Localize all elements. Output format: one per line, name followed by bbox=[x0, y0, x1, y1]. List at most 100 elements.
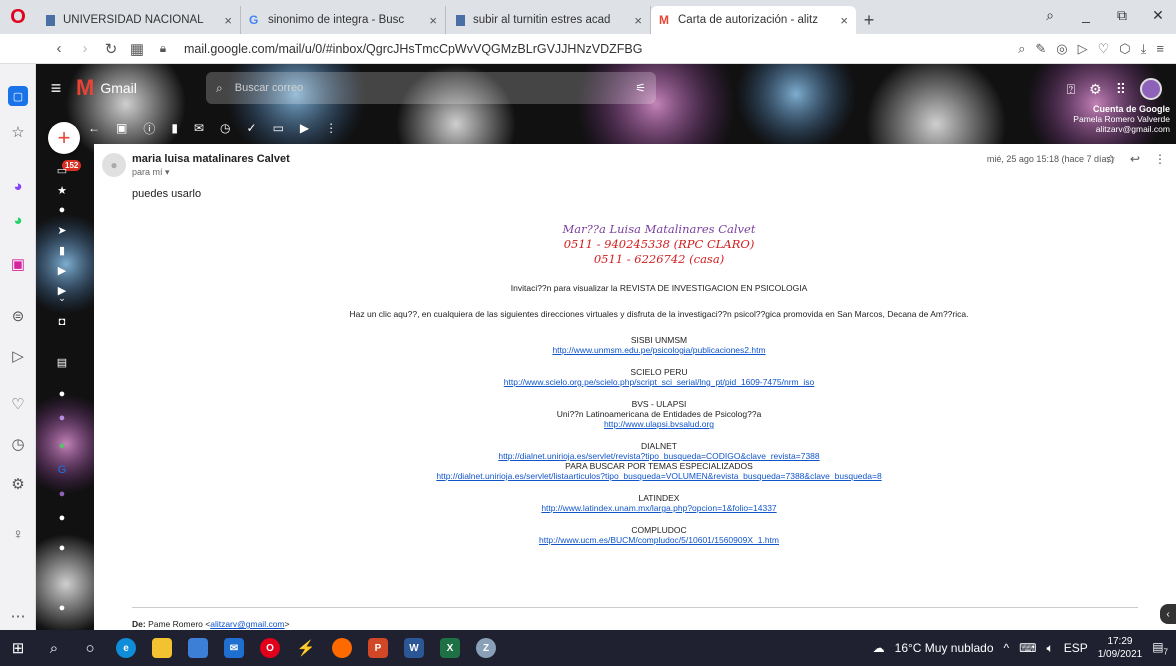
heart-icon[interactable]: ♡ bbox=[8, 394, 28, 414]
file-explorer-icon[interactable] bbox=[144, 630, 180, 666]
chat-avatar[interactable]: ● bbox=[54, 540, 70, 556]
snap-icon[interactable]: ⧉ bbox=[1104, 7, 1140, 24]
workspace-icon[interactable]: ▢ bbox=[8, 86, 28, 106]
snapshot-icon[interactable]: ◎ bbox=[1056, 41, 1067, 57]
search-options-icon[interactable]: ⚟ bbox=[635, 81, 646, 95]
search-input[interactable]: Buscar correo bbox=[235, 82, 303, 94]
sisbi-link[interactable]: http://www.unmsm.edu.pe/psicologia/publi… bbox=[552, 345, 765, 355]
chat-avatar[interactable]: ● bbox=[54, 510, 70, 526]
keyboard-icon[interactable]: ▤ bbox=[54, 354, 70, 370]
lightning-app-icon[interactable]: ⚡ bbox=[288, 630, 324, 666]
tab-0[interactable]: UNIVERSIDAD NACIONAL × bbox=[36, 6, 241, 34]
snoozed-icon[interactable]: ● bbox=[54, 202, 70, 218]
language-indicator[interactable]: ESP bbox=[1064, 641, 1088, 655]
apps-grid-icon[interactable]: ⠿ bbox=[1116, 81, 1126, 98]
star-icon[interactable]: ☆ bbox=[8, 122, 28, 142]
labels-icon[interactable]: ▶ bbox=[54, 262, 70, 278]
close-icon[interactable]: × bbox=[634, 13, 642, 28]
compose-button[interactable]: + bbox=[48, 122, 80, 154]
flow-icon[interactable]: ▷ bbox=[1078, 41, 1088, 57]
chat-avatar[interactable]: ● bbox=[54, 386, 70, 402]
chat-avatar[interactable]: ● bbox=[54, 600, 70, 616]
new-tab-button[interactable]: + bbox=[856, 6, 882, 34]
search-icon[interactable]: ⌕ bbox=[1018, 41, 1025, 57]
drafts-icon[interactable]: ▮ bbox=[54, 242, 70, 258]
forward-icon[interactable]: › bbox=[72, 40, 98, 57]
search-icon[interactable]: ⌕ bbox=[36, 630, 72, 666]
download-icon[interactable]: ⤓ bbox=[1141, 41, 1147, 57]
delete-icon[interactable]: ▮ bbox=[171, 121, 178, 135]
send-icon[interactable]: ▷ bbox=[8, 346, 28, 366]
search-bar[interactable]: ⌕ Buscar correo ⚟ bbox=[206, 72, 656, 104]
starred-icon[interactable]: ★ bbox=[54, 182, 70, 198]
more-icon[interactable]: ⋯ bbox=[8, 606, 28, 626]
chat-avatar[interactable]: ● bbox=[54, 486, 70, 502]
from-email-link[interactable]: alitzarv@gmail.com bbox=[210, 619, 284, 629]
help-icon[interactable]: ⍰ bbox=[1067, 81, 1075, 98]
chat-avatar[interactable]: ● bbox=[54, 410, 70, 426]
opera-icon[interactable]: O bbox=[252, 630, 288, 666]
edit-icon[interactable]: ✎ bbox=[1035, 41, 1046, 57]
reply-icon[interactable]: ↩ bbox=[1130, 152, 1140, 166]
powerpoint-icon[interactable]: P bbox=[360, 630, 396, 666]
more-options-icon[interactable]: ⋮ bbox=[325, 121, 337, 135]
instagram-icon[interactable]: ▣ bbox=[8, 254, 28, 274]
settings-icon[interactable]: ⚙ bbox=[8, 474, 28, 494]
label-icon[interactable]: ▶ bbox=[300, 121, 309, 135]
opera-logo-icon[interactable]: O bbox=[0, 0, 36, 34]
dropdown-icon[interactable]: ▾ bbox=[165, 167, 170, 177]
gmail-logo[interactable]: M Gmail bbox=[76, 75, 137, 101]
move-to-icon[interactable]: ▭ bbox=[273, 121, 284, 135]
side-panel-toggle-icon[interactable]: ‹ bbox=[1160, 604, 1176, 624]
meet-icon[interactable]: ◘ bbox=[54, 314, 70, 330]
firefox-icon[interactable] bbox=[324, 630, 360, 666]
chat-avatar[interactable]: ● bbox=[54, 438, 70, 454]
inbox-icon[interactable]: ▭ bbox=[54, 162, 70, 178]
report-spam-icon[interactable]: ⓘ bbox=[143, 120, 155, 137]
more-icon[interactable]: ⋮ bbox=[1154, 152, 1166, 166]
messenger-icon[interactable]: ◕ bbox=[8, 176, 28, 196]
store-icon[interactable] bbox=[180, 630, 216, 666]
weather-icon[interactable]: ☁ bbox=[873, 641, 885, 655]
search-icon[interactable]: ⌕ bbox=[216, 81, 223, 96]
star-icon[interactable]: ☆ bbox=[1105, 152, 1116, 166]
tray-chevron-icon[interactable]: ^ bbox=[1004, 641, 1010, 655]
speed-dial-icon[interactable]: ▦ bbox=[124, 40, 150, 58]
url-field[interactable]: mail.google.com/mail/u/0/#inbox/QgrcJHsT… bbox=[184, 42, 1018, 56]
recipient-toggle[interactable]: para mí ▾ bbox=[132, 167, 170, 178]
windows-start-icon[interactable]: ⊞ bbox=[0, 630, 36, 666]
clock[interactable]: 17:29 1/09/2021 bbox=[1098, 635, 1143, 661]
menu-icon[interactable]: ≡ bbox=[1156, 41, 1164, 57]
back-arrow-icon[interactable]: ← bbox=[88, 121, 100, 135]
tab-3-active[interactable]: M Carta de autorización - alitz × bbox=[651, 6, 856, 34]
compludoc-link[interactable]: http://www.ucm.es/BUCM/compludoc/5/10601… bbox=[539, 535, 779, 545]
mail-icon[interactable]: ✉ bbox=[216, 630, 252, 666]
sender-name[interactable]: maria luisa matalinares Calvet bbox=[132, 153, 290, 165]
player-icon[interactable]: ⊜ bbox=[8, 306, 28, 326]
close-window-button[interactable]: ✕ bbox=[1140, 7, 1176, 24]
archive-icon[interactable]: ▣ bbox=[116, 121, 127, 135]
word-icon[interactable]: W bbox=[396, 630, 432, 666]
chat-avatar[interactable]: G bbox=[54, 462, 70, 478]
sent-icon[interactable]: ➤ bbox=[54, 222, 70, 238]
reload-icon[interactable]: ↻ bbox=[98, 40, 124, 58]
cortana-icon[interactable]: ○ bbox=[72, 630, 108, 666]
dialnet-link[interactable]: http://dialnet.unirioja.es/servlet/revis… bbox=[498, 451, 819, 461]
close-icon[interactable]: × bbox=[224, 13, 232, 28]
volume-icon[interactable]: 🔈︎ bbox=[1046, 641, 1053, 656]
app-icon[interactable]: Z bbox=[468, 630, 504, 666]
weather-text[interactable]: 16°C Muy nublado bbox=[895, 641, 994, 655]
tab-2[interactable]: subir al turnitin estres acad × bbox=[446, 6, 651, 34]
close-icon[interactable]: × bbox=[840, 13, 848, 28]
mark-unread-icon[interactable]: ✉ bbox=[194, 121, 204, 135]
settings-icon[interactable]: ⚙ bbox=[1089, 81, 1102, 98]
add-task-icon[interactable]: ✓ bbox=[247, 121, 257, 135]
back-icon[interactable]: ‹ bbox=[46, 40, 72, 57]
latindex-link[interactable]: http://www.latindex.unam.mx/larga.php?op… bbox=[541, 503, 776, 513]
expand-icon[interactable]: ⌄ bbox=[54, 290, 70, 306]
whatsapp-icon[interactable]: ◕ bbox=[8, 210, 28, 230]
tab-1[interactable]: G sinonimo de integra - Busc × bbox=[241, 6, 446, 34]
excel-icon[interactable]: X bbox=[432, 630, 468, 666]
lightbulb-icon[interactable]: ♀ bbox=[8, 524, 28, 544]
search-tabs-icon[interactable]: ⌕ bbox=[1032, 7, 1068, 24]
